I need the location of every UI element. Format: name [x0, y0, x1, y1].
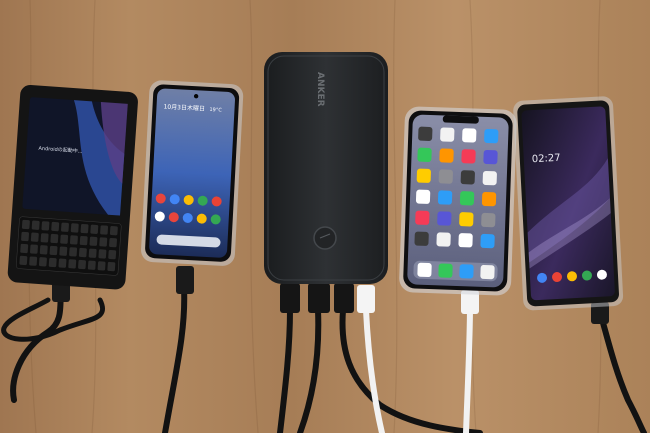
keyboard-key — [38, 257, 47, 267]
sharp-clock: 02:27 — [532, 153, 561, 165]
app-icon — [437, 211, 452, 226]
app-icon — [415, 189, 431, 204]
app-icon — [415, 210, 430, 225]
dock-icon — [459, 264, 474, 279]
keyboard-key — [87, 260, 96, 270]
keyboard-key — [80, 223, 89, 234]
keyboard-key — [98, 249, 107, 259]
keyboard-key — [68, 259, 77, 269]
iphone-notch — [442, 115, 479, 124]
keyboard-key — [48, 257, 57, 268]
app-icon — [439, 148, 454, 163]
keyboard-key — [79, 235, 88, 246]
app-icon — [437, 190, 453, 205]
keyboard-key — [51, 221, 60, 232]
app-icon — [483, 149, 498, 165]
keyboard-key — [40, 233, 49, 243]
app-icon — [440, 127, 455, 142]
power-button-icon — [313, 226, 337, 250]
app-icon — [480, 233, 495, 249]
keyboard-key — [78, 247, 87, 258]
keyboard-key — [99, 237, 108, 247]
keyboard-key — [69, 235, 78, 245]
app-icon — [462, 128, 477, 143]
keyboard-key — [59, 246, 68, 256]
keyboard-key — [58, 258, 67, 268]
keyboard-key — [49, 245, 58, 256]
keyboard-key — [31, 220, 40, 230]
iphone — [399, 106, 517, 296]
app-icon — [417, 147, 432, 162]
keyboard-key — [20, 243, 29, 254]
app-icon — [416, 168, 431, 183]
plug-bank-2 — [308, 283, 330, 313]
android-phone-screen — [149, 88, 235, 258]
android-temp: 19°C — [209, 107, 222, 114]
plug-bank-white — [357, 285, 375, 313]
app-icon — [481, 191, 497, 207]
keyboard-key — [61, 222, 69, 232]
keyboard-phone: Androidの起動中... — [7, 85, 138, 290]
plug-android — [176, 266, 194, 294]
app-icon — [414, 231, 429, 246]
app-icon — [461, 149, 476, 164]
photo-scene: Androidの起動中... 10月3日木曜日 19°C ANKER 02:27 — [0, 0, 650, 433]
app-icon — [438, 169, 453, 184]
keyboard-key — [39, 245, 48, 255]
keyboard-key — [50, 233, 59, 244]
sharp-phone: 02:27 — [513, 96, 624, 311]
app-icon — [460, 170, 475, 185]
app-icon — [418, 126, 433, 141]
keyboard-key — [108, 249, 117, 260]
app-icon — [481, 212, 496, 228]
keyboard-key — [97, 261, 106, 271]
app-icon — [458, 233, 473, 248]
keyboard-key — [90, 224, 99, 234]
power-bank: ANKER — [264, 52, 388, 284]
plug-bank-3 — [334, 283, 354, 313]
keyboard-key — [69, 247, 78, 257]
keyboard-key — [29, 256, 38, 266]
keyboard-key — [78, 259, 86, 270]
keyboard-key — [109, 237, 117, 248]
keyboard-key — [60, 234, 69, 244]
app-icon — [436, 232, 451, 247]
app-icon — [459, 212, 474, 227]
dock-icon — [417, 262, 432, 278]
keyboard-key — [107, 261, 116, 272]
keyboard-key — [88, 248, 97, 258]
android-phone: 10月3日木曜日 19°C — [141, 80, 244, 266]
keyboard-key — [41, 221, 50, 231]
dock-icon — [438, 263, 453, 278]
plug-bank-1 — [280, 283, 300, 313]
app-icon — [482, 170, 497, 186]
keyboard-key — [109, 226, 118, 236]
app-icon — [484, 128, 499, 144]
photo-svg: Androidの起動中... 10月3日木曜日 19°C ANKER 02:27 — [0, 0, 650, 433]
power-bank-brand: ANKER — [315, 72, 325, 107]
keyboard-key — [100, 225, 109, 235]
keyboard-key — [30, 232, 39, 242]
app-icon — [459, 191, 475, 206]
dock-icon — [480, 264, 495, 280]
keyboard-key — [21, 231, 30, 242]
keyboard-key — [30, 244, 38, 254]
keyboard-key — [70, 223, 79, 233]
keyboard-key — [21, 219, 30, 230]
keyboard-key — [89, 236, 98, 246]
keyboard-key — [19, 255, 28, 266]
